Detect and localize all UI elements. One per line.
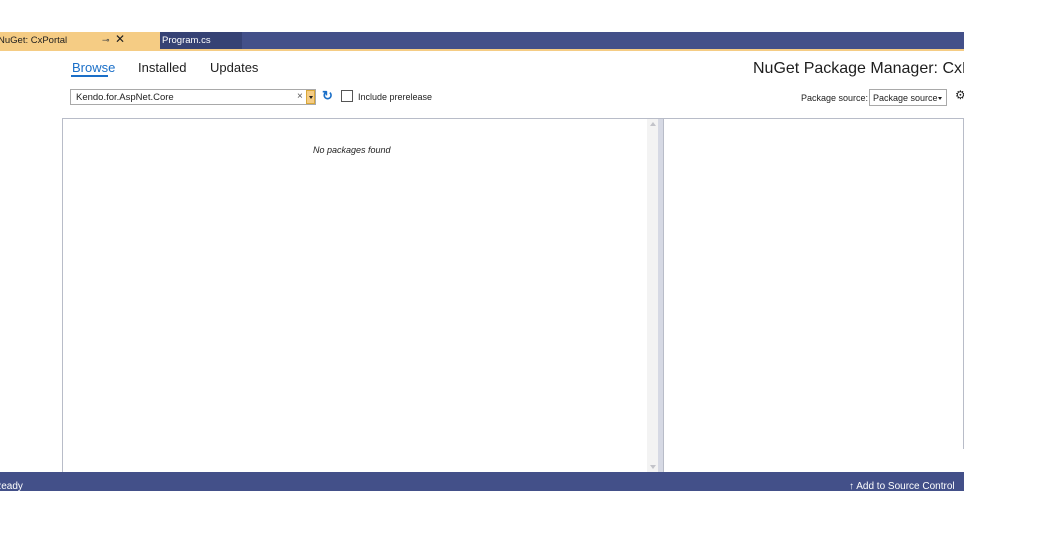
search-input[interactable]: Kendo.for.AspNet.Core × xyxy=(70,89,316,105)
tab-installed[interactable]: Installed xyxy=(138,60,186,75)
scroll-up-icon[interactable] xyxy=(650,122,656,126)
package-source-label: Package source: xyxy=(801,93,869,103)
chevron-down-icon xyxy=(938,97,942,100)
tab-nuget-cxportal[interactable]: NuGet: CxPortal ⊸ ✕ xyxy=(0,32,160,49)
page-title: NuGet Package Manager: CxPortal xyxy=(753,60,964,77)
tab-program-cs[interactable]: Program.cs xyxy=(160,32,242,49)
tab-label: Program.cs xyxy=(162,35,211,46)
package-details-pane xyxy=(664,119,964,472)
active-tab-underline xyxy=(0,49,964,51)
status-bar: Ready ↑ Add to Source Control xyxy=(0,472,964,491)
package-source-select[interactable]: Package source xyxy=(869,89,947,106)
settings-gear-icon[interactable]: ⚙ xyxy=(955,88,964,102)
refresh-icon[interactable]: ↻ xyxy=(322,88,333,104)
add-to-source-control-button[interactable]: ↑ Add to Source Control xyxy=(849,481,955,491)
scroll-down-icon[interactable] xyxy=(650,465,656,469)
close-icon[interactable]: ✕ xyxy=(115,31,125,48)
upload-arrow-icon: ↑ xyxy=(849,481,854,491)
document-tab-strip: NuGet: CxPortal ⊸ ✕ Program.cs xyxy=(0,32,964,49)
include-prerelease-label[interactable]: Include prerelease xyxy=(358,92,432,102)
status-text: Ready xyxy=(0,481,23,491)
package-list-scrollbar[interactable] xyxy=(647,119,658,472)
details-pane-edge xyxy=(963,119,964,449)
clear-search-icon[interactable]: × xyxy=(297,91,303,102)
browse-tab-underline xyxy=(71,75,108,77)
tab-updates[interactable]: Updates xyxy=(210,60,258,75)
package-list[interactable]: No packages found xyxy=(62,119,647,472)
add-to-source-control-label: Add to Source Control xyxy=(856,481,955,491)
package-source-value: Package source xyxy=(873,93,938,103)
empty-message: No packages found xyxy=(313,145,391,155)
include-prerelease-checkbox[interactable] xyxy=(341,90,353,102)
search-value: Kendo.for.AspNet.Core xyxy=(76,92,174,103)
pin-icon[interactable]: ⊸ xyxy=(102,32,110,49)
tab-label: NuGet: CxPortal xyxy=(0,35,68,46)
search-history-dropdown-button[interactable] xyxy=(306,90,315,104)
vs-window: NuGet: CxPortal ⊸ ✕ Program.cs Browse In… xyxy=(0,0,964,491)
tab-browse[interactable]: Browse xyxy=(72,60,115,75)
